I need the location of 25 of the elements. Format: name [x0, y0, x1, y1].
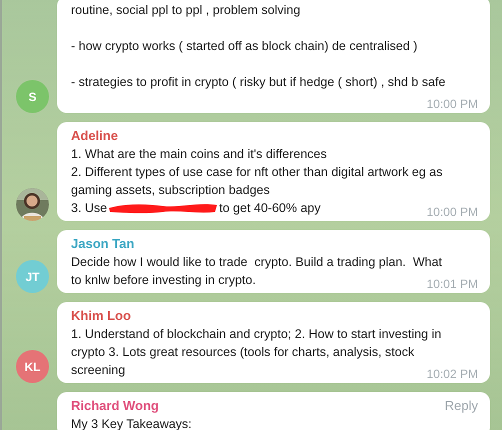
sender-name[interactable]: Richard Wong	[71, 397, 159, 415]
avatar[interactable]: KL	[16, 350, 49, 383]
message-line: crypto 3. Lots great resources (tools for charts, analysis, stock	[71, 344, 416, 361]
avatar[interactable]: JT	[16, 260, 49, 293]
message-text: 3. Use	[71, 200, 108, 217]
message-line: Decide how I would like to trade crypto. Build a trading plan. What	[71, 254, 444, 271]
message-line: 2. Different types of use case for nft other than digital artwork eg as	[71, 164, 444, 181]
message-line: to knlw before investing in crypto.	[71, 272, 256, 289]
reply-button[interactable]: Reply	[444, 397, 478, 415]
message-line: gaming assets, subscription badges	[71, 182, 271, 199]
message-line: 1. Understand of blockchain and crypto; 2. How to start investing in	[71, 326, 442, 343]
message-line: - strategies to profit in crypto ( risky but if hedge ( short) , shd b safe	[71, 74, 446, 91]
message-line: routine, social ppl to ppl , problem solving	[71, 2, 302, 19]
sender-name[interactable]: Khim Loo	[71, 307, 131, 325]
message-text: to get 40-60% apy	[219, 200, 321, 217]
message-time: 10:00 PM	[426, 204, 478, 221]
message-line: 1. What are the main coins and it's differences	[71, 146, 328, 163]
message-line: - how crypto works ( started off as block chain) de centralised )	[71, 38, 418, 55]
sender-name[interactable]: Adeline	[71, 127, 118, 145]
message-line: screening	[71, 362, 126, 379]
message-time: 10:01 PM	[426, 276, 478, 293]
avatar[interactable]: S	[16, 80, 49, 113]
message-time: 10:00 PM	[426, 96, 478, 113]
message-time: 10:02 PM	[426, 366, 478, 383]
sender-name[interactable]: Jason Tan	[71, 235, 134, 253]
